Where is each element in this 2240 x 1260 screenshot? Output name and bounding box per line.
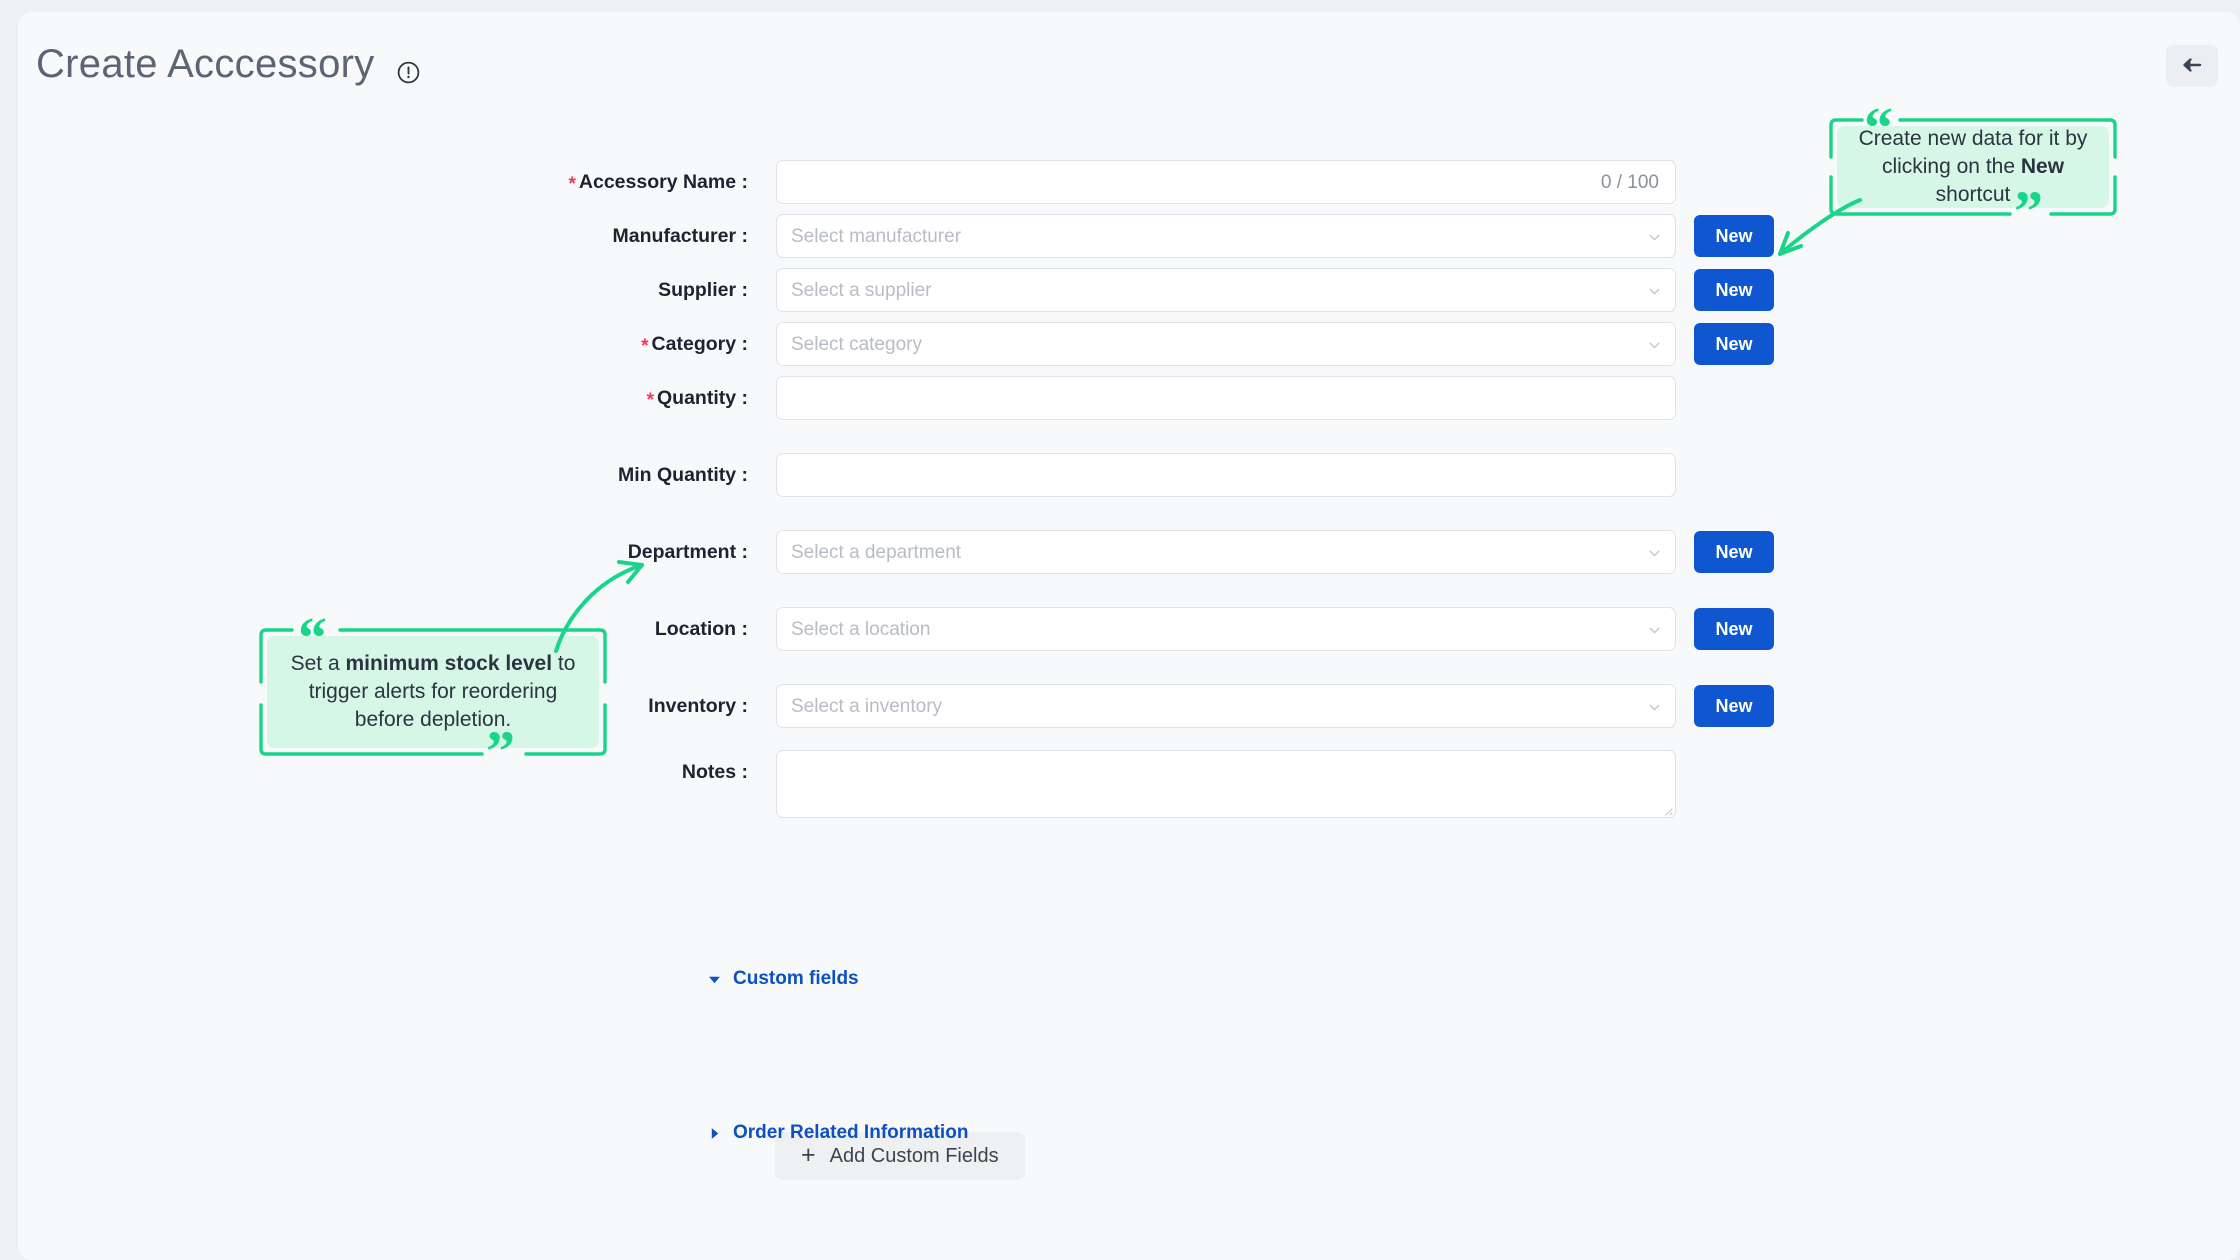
- form-row-notes: Notes :: [18, 750, 2240, 818]
- section-label-order-related: Order Related Information: [733, 1122, 969, 1143]
- callout-new-shortcut: Create new data for it by clicking on th…: [1828, 99, 2118, 241]
- page-root: Create Acccessory * Accessory Name: 0 /…: [0, 0, 2240, 1260]
- label-min-quantity: Min Quantity :: [618, 464, 748, 486]
- arrow-left-icon: [2180, 53, 2204, 80]
- form-row-min-quantity: Min Quantity :: [18, 453, 2240, 497]
- location-placeholder: Select a location: [791, 619, 931, 640]
- quote-close-icon: ”: [486, 719, 515, 784]
- inventory-select[interactable]: Select a inventory: [776, 684, 1676, 728]
- page-title: Create Acccessory: [36, 42, 375, 86]
- chevron-down-icon: [1646, 545, 1663, 562]
- location-select[interactable]: Select a location: [776, 607, 1676, 651]
- notes-textarea[interactable]: [776, 750, 1676, 818]
- required-asterisk: *: [646, 390, 654, 411]
- quote-open-icon: “: [298, 605, 327, 670]
- min-quantity-input[interactable]: [776, 453, 1676, 497]
- chevron-down-icon: [1646, 229, 1663, 246]
- triangle-right-icon: [708, 1127, 721, 1140]
- plus-icon: +: [801, 1140, 816, 1169]
- quote-close-icon: ”: [2014, 179, 2043, 244]
- section-toggle-custom-fields[interactable]: Custom fields: [708, 968, 859, 990]
- form-row-category: * Category : Select category New: [18, 322, 2240, 366]
- label-accessory-name: * Accessory Name :: [568, 171, 748, 195]
- required-asterisk: *: [568, 174, 576, 195]
- accessory-name-counter: 0 / 100: [1600, 172, 1659, 193]
- chevron-down-icon: [1646, 699, 1663, 716]
- form-row-manufacturer: Manufacturer : Select manufacturer New: [18, 214, 2240, 258]
- chevron-down-icon: [1646, 622, 1663, 639]
- manufacturer-select[interactable]: Select manufacturer: [776, 214, 1676, 258]
- supplier-select[interactable]: Select a supplier: [776, 268, 1676, 312]
- new-inventory-button[interactable]: New: [1694, 685, 1774, 727]
- label-quantity: * Quantity :: [646, 387, 748, 411]
- required-asterisk: *: [641, 336, 649, 357]
- inventory-placeholder: Select a inventory: [791, 696, 943, 717]
- add-custom-fields-label: Add Custom Fields: [829, 1144, 999, 1167]
- category-select[interactable]: Select category: [776, 322, 1676, 366]
- form-row-department: Department : Select a department New: [18, 530, 2240, 574]
- label-supplier: Supplier :: [658, 279, 748, 301]
- callout-arrow-to-min-quantity: [554, 560, 644, 653]
- department-placeholder: Select a department: [791, 542, 962, 563]
- triangle-down-icon: [708, 973, 721, 986]
- new-category-button[interactable]: New: [1694, 323, 1774, 365]
- new-department-button[interactable]: New: [1694, 531, 1774, 573]
- callout-arrow-to-new-button: [1778, 198, 1862, 256]
- department-select[interactable]: Select a department: [776, 530, 1676, 574]
- resize-handle-icon[interactable]: [1661, 803, 1673, 816]
- label-manufacturer: Manufacturer :: [612, 225, 748, 247]
- quantity-input[interactable]: [776, 376, 1676, 420]
- back-button[interactable]: [2166, 45, 2218, 87]
- manufacturer-placeholder: Select manufacturer: [791, 226, 962, 247]
- section-label-custom-fields: Custom fields: [733, 968, 859, 989]
- supplier-placeholder: Select a supplier: [791, 280, 932, 301]
- chevron-down-icon: [1646, 337, 1663, 354]
- accessory-name-input[interactable]: 0 / 100: [776, 160, 1676, 204]
- create-accessory-card: Create Acccessory * Accessory Name: 0 /…: [18, 12, 2240, 1260]
- quote-open-icon: “: [1864, 95, 1893, 160]
- page-header: Create Acccessory: [18, 12, 2240, 112]
- form-row-supplier: Supplier : Select a supplier New: [18, 268, 2240, 312]
- category-placeholder: Select category: [791, 334, 922, 355]
- chevron-down-icon: [1646, 283, 1663, 300]
- form-row-quantity: * Quantity :: [18, 376, 2240, 420]
- exclamation-circle-icon[interactable]: [396, 60, 421, 85]
- section-toggle-order-related[interactable]: Order Related Information: [708, 1122, 968, 1144]
- new-location-button[interactable]: New: [1694, 608, 1774, 650]
- label-category: * Category :: [641, 333, 748, 357]
